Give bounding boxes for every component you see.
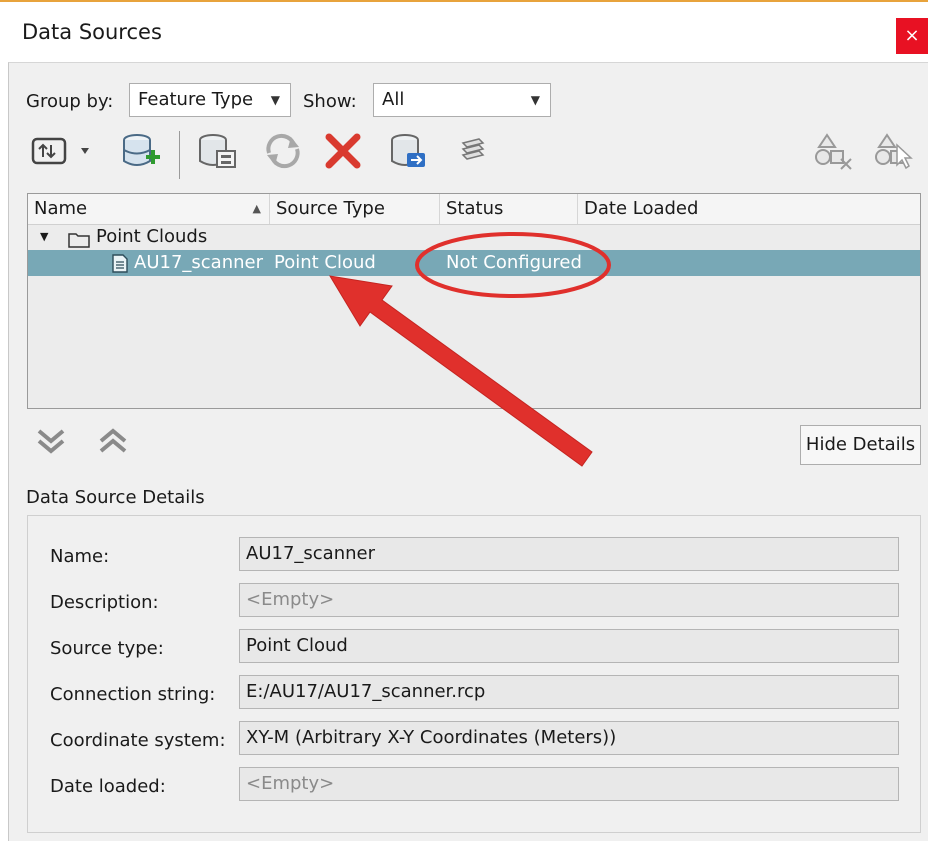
group-by-select[interactable]: Feature Type ▼	[129, 83, 291, 117]
date-loaded-label: Date loaded:	[50, 776, 166, 797]
column-header-status[interactable]: Status	[440, 194, 578, 224]
column-header-name[interactable]: Name ▲	[28, 194, 270, 224]
date-loaded-field[interactable]: <Empty>	[239, 767, 899, 801]
chevron-down-icon: ▼	[270, 93, 280, 107]
edit-icon[interactable]	[453, 131, 493, 171]
window-title: Data Sources	[22, 20, 162, 44]
group-label: Point Clouds	[96, 226, 208, 247]
coordinate-system-field[interactable]: XY-M (Arbitrary X-Y Coordinates (Meters)…	[239, 721, 899, 755]
coordinate-system-label: Coordinate system:	[50, 730, 226, 751]
source-type-label: Source type:	[50, 638, 164, 659]
refresh-icon[interactable]	[261, 131, 305, 171]
chevron-down-icon: ▼	[530, 93, 540, 107]
description-field[interactable]: <Empty>	[239, 583, 899, 617]
load-icon[interactable]	[387, 131, 431, 171]
column-header-source-type[interactable]: Source Type	[270, 194, 440, 224]
column-header-date-loaded[interactable]: Date Loaded	[578, 194, 920, 224]
details-panel: Name: AU17_scanner Description: <Empty> …	[27, 515, 921, 833]
expand-all-icon[interactable]	[95, 423, 131, 463]
tree-group-point-clouds[interactable]: ▼ Point Clouds	[28, 224, 920, 250]
name-field[interactable]: AU17_scanner	[239, 537, 899, 571]
remove-icon[interactable]	[321, 131, 365, 171]
sort-ascending-icon: ▲	[252, 202, 261, 215]
close-button[interactable]: ×	[896, 18, 928, 54]
expand-arrow-icon[interactable]: ▼	[40, 224, 48, 250]
details-heading: Data Source Details	[26, 487, 205, 508]
connection-string-label: Connection string:	[50, 684, 216, 705]
toolbar-separator	[179, 131, 180, 179]
collapse-all-icon[interactable]	[33, 423, 69, 463]
show-select[interactable]: All ▼	[373, 83, 551, 117]
group-by-label: Group by:	[26, 91, 114, 112]
row-status: Not Configured	[446, 252, 582, 273]
row-name: AU17_scanner	[134, 252, 263, 273]
table-row[interactable]: AU17_scanner Point Cloud Not Configured	[28, 250, 920, 276]
row-source-type: Point Cloud	[274, 252, 376, 273]
data-sources-grid[interactable]: Name ▲ Source Type Status Date Loaded ▼ …	[27, 193, 921, 409]
show-value: All	[382, 89, 405, 110]
name-label: Name:	[50, 546, 110, 567]
source-type-field[interactable]: Point Cloud	[239, 629, 899, 663]
filter-shape-icon[interactable]	[811, 131, 855, 171]
attach-icon[interactable]	[27, 131, 103, 171]
description-label: Description:	[50, 592, 159, 613]
show-label: Show:	[303, 91, 357, 112]
select-shape-icon[interactable]	[871, 131, 915, 171]
hide-details-button[interactable]: Hide Details	[800, 425, 921, 465]
connection-string-field[interactable]: E:/AU17/AU17_scanner.rcp	[239, 675, 899, 709]
data-sources-dialog: Group by: Feature Type ▼ Show: All ▼ Nam…	[8, 62, 928, 841]
add-data-source-icon[interactable]	[119, 131, 163, 171]
properties-icon[interactable]	[195, 131, 239, 171]
grid-header: Name ▲ Source Type Status Date Loaded	[28, 194, 920, 225]
group-by-value: Feature Type	[138, 89, 254, 110]
file-icon	[112, 254, 128, 281]
title-bar: Data Sources ×	[0, 2, 928, 62]
